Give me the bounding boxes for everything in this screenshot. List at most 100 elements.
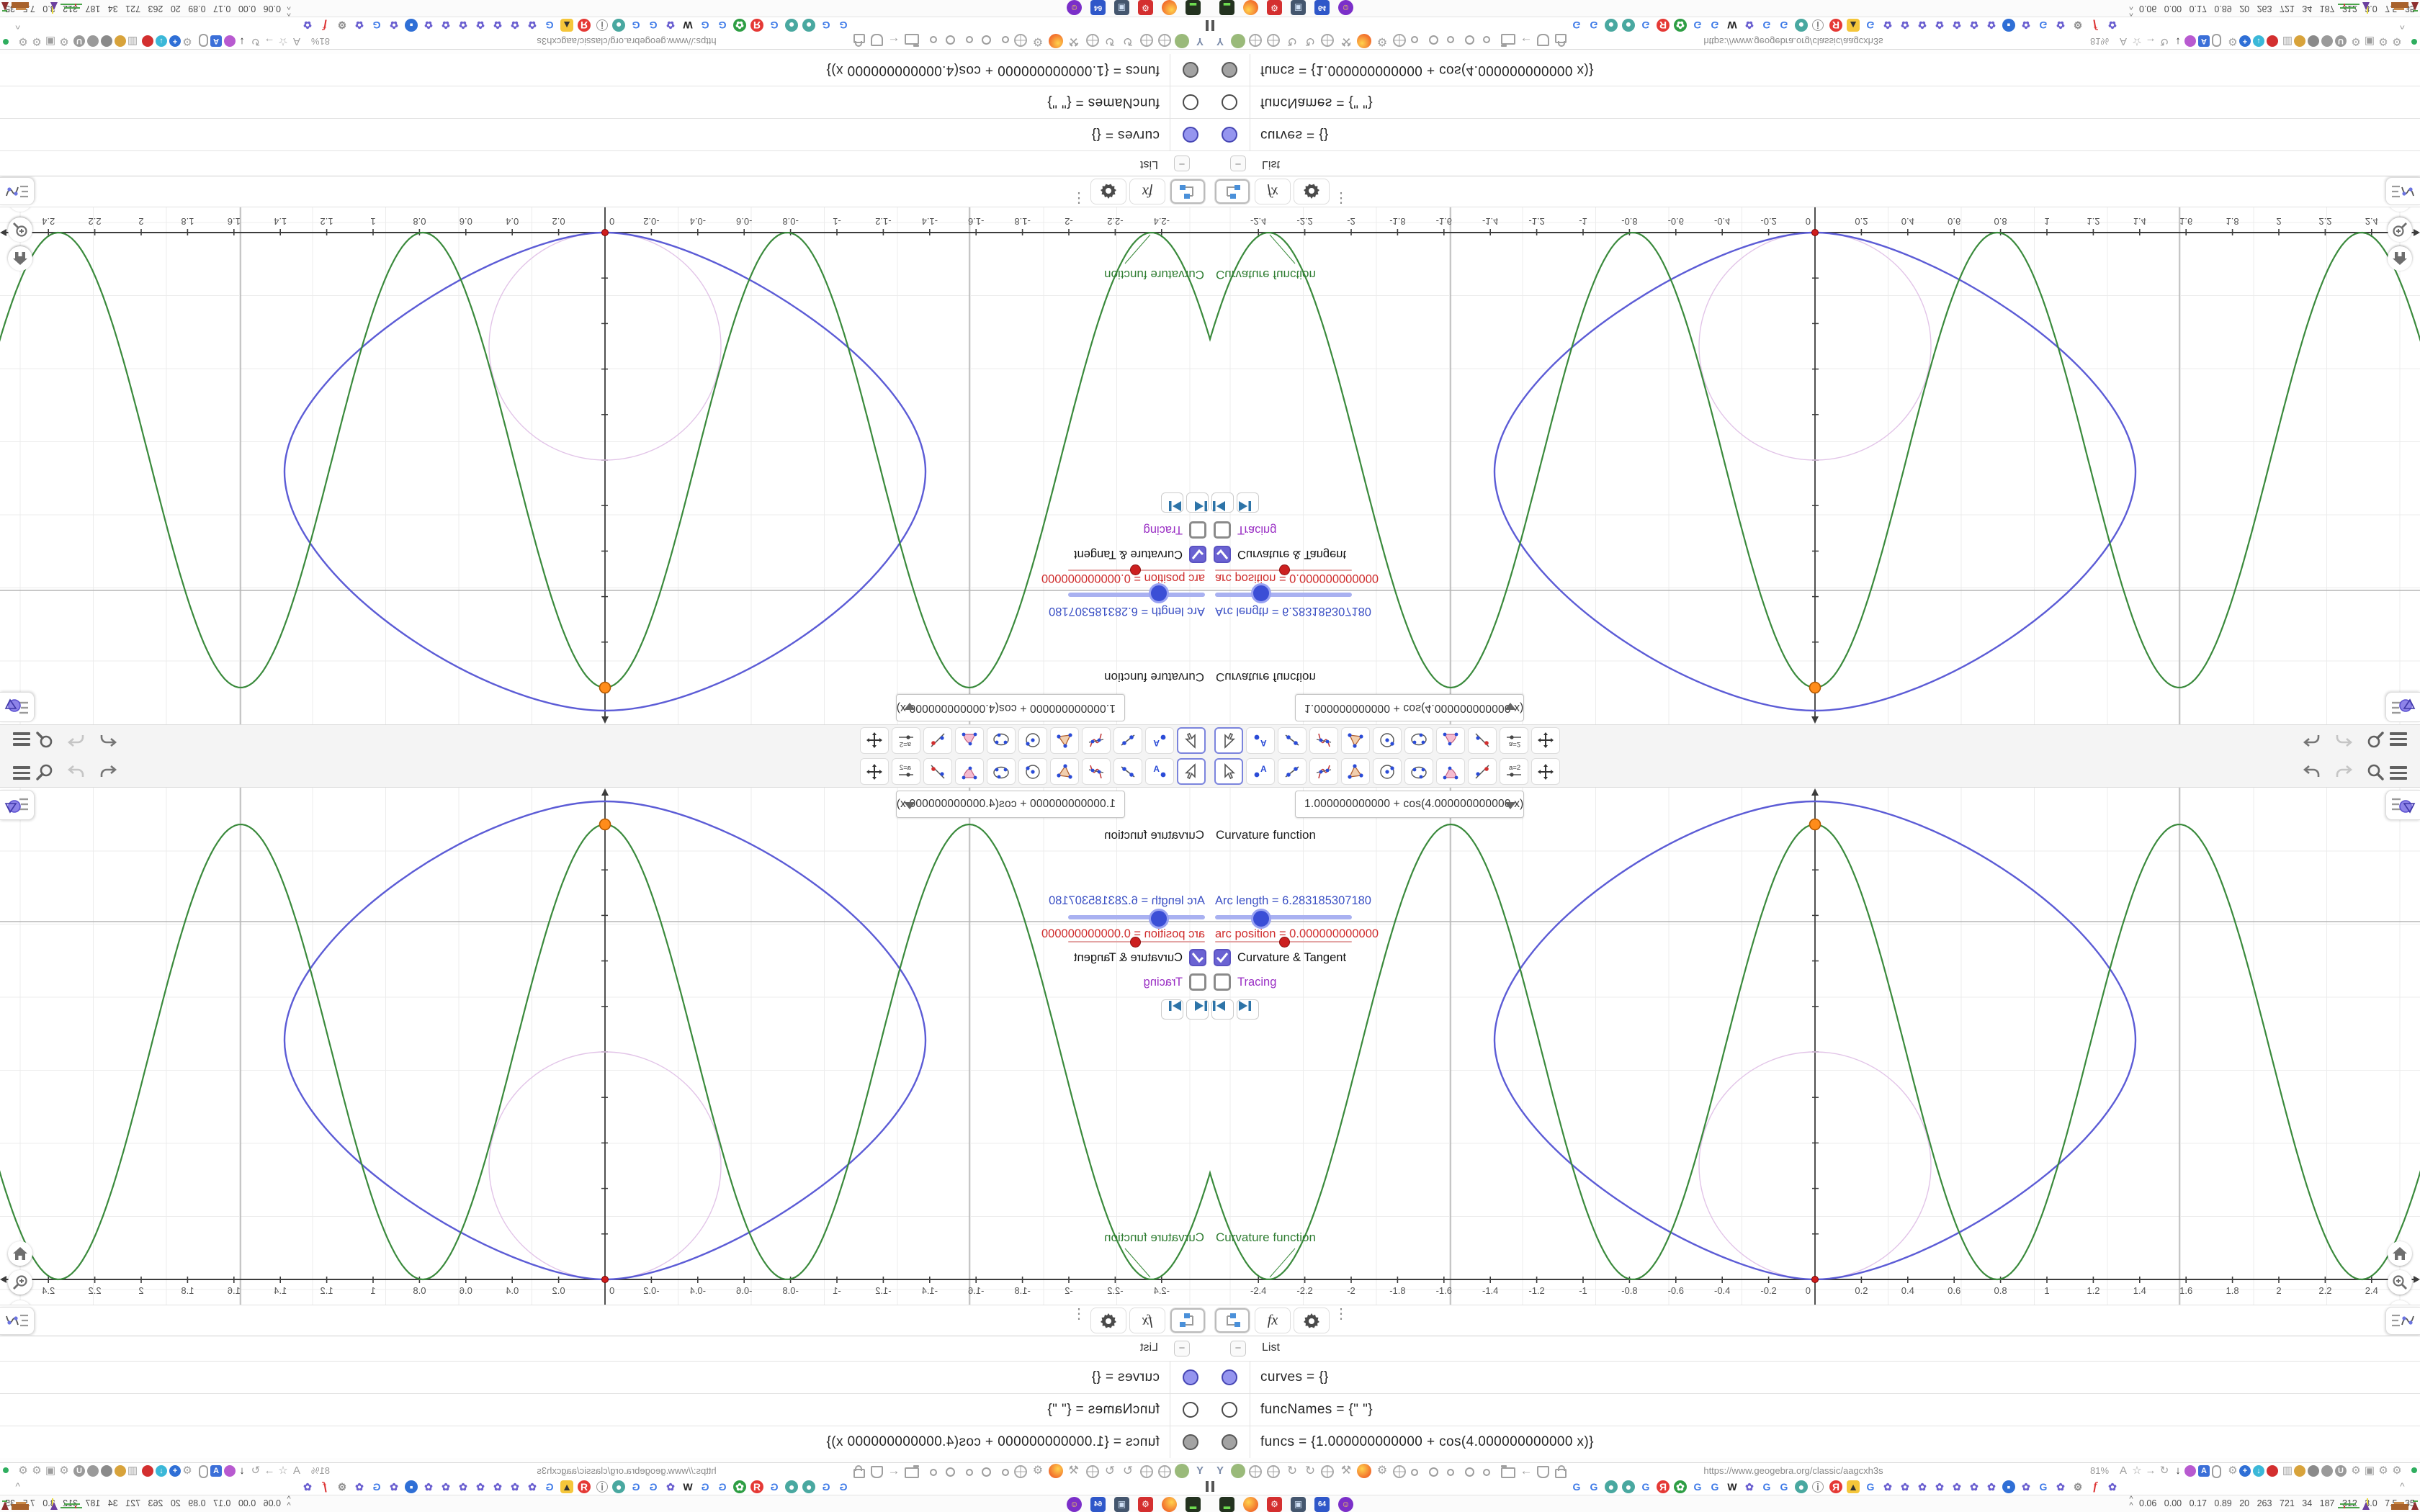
globe-icon[interactable] [1158, 34, 1171, 47]
expression-text[interactable]: funcNames = {" "} [1260, 1402, 1373, 1418]
tool-ellipse[interactable] [987, 727, 1016, 754]
orange-curve-point[interactable] [1809, 818, 1821, 831]
favicon-google[interactable]: G [1639, 1480, 1652, 1493]
tool-select[interactable] [1177, 727, 1206, 754]
ball-icon[interactable] [1231, 34, 1245, 48]
favicon-geogebra[interactable]: ✿ [491, 19, 504, 32]
favicon-yandex[interactable]: Я [1829, 19, 1842, 32]
arrow-right-icon[interactable]: → [2143, 1464, 2158, 1478]
curvature-tangent-checkbox[interactable] [1214, 949, 1231, 966]
menu-icon[interactable] [13, 732, 30, 749]
undo-button[interactable] [94, 729, 122, 752]
taskbar-app-settings-red[interactable]: ⚙ [1267, 0, 1282, 15]
favicon-gear[interactable]: ⚙ [336, 19, 349, 32]
arrow-left-icon[interactable]: ← [1519, 1464, 1533, 1478]
home-icon[interactable] [8, 246, 32, 271]
visibility-toggle[interactable] [1183, 1434, 1198, 1450]
reload-icon[interactable]: ↻ [1285, 34, 1299, 48]
function-dropdown[interactable]: 1.000000000000 + cos(4.000000000000 x) [896, 791, 1125, 818]
visibility-toggle[interactable] [1183, 1369, 1198, 1385]
taskbar-app-firefox[interactable] [1162, 1497, 1177, 1512]
favicon-google[interactable]: G [647, 1480, 660, 1493]
taskbar-app-screenshot[interactable]: ▣ [1291, 0, 1306, 15]
translate-icon[interactable]: A [290, 1464, 304, 1478]
tool-angle[interactable] [955, 727, 984, 754]
favicon-geogebra[interactable]: ✿ [2020, 19, 2033, 32]
translate-blue-icon[interactable]: A [210, 1465, 222, 1477]
gear-icon[interactable] [1294, 179, 1330, 204]
kebab-menu-icon[interactable]: ⋮ [1334, 190, 1348, 206]
menu-icon[interactable] [13, 763, 30, 780]
tool-slider[interactable]: a=2 [1500, 758, 1528, 785]
function-list-toggle[interactable] [2385, 177, 2420, 205]
globe-icon[interactable] [1267, 1465, 1280, 1478]
favicon-geogebra[interactable]: ✿ [457, 1480, 470, 1493]
tool-move-canvas[interactable] [1531, 758, 1560, 785]
tool-line-red-point[interactable] [1468, 727, 1497, 754]
tool-intersect-curve[interactable] [1309, 758, 1338, 785]
globe-gray-icon[interactable]: ⚙ [2349, 34, 2363, 48]
skip-end-icon[interactable] [1237, 999, 1259, 1020]
taskbar-app-terminal[interactable]: ▂ [1219, 0, 1234, 15]
tool-line-red-point[interactable] [1468, 758, 1497, 785]
taskbar-app-firefox[interactable] [1243, 0, 1258, 15]
gear-icon[interactable]: ⚙ [1031, 34, 1045, 48]
share-colored-icon[interactable] [2294, 35, 2305, 47]
arc-position-point[interactable] [601, 229, 609, 236]
tool-point-label[interactable]: A [1246, 758, 1275, 785]
stop-red-icon[interactable] [2267, 1465, 2278, 1477]
favicon-geogebra[interactable]: ✿ [1933, 19, 1946, 32]
wrench-icon[interactable]: ⚒ [1067, 34, 1081, 48]
search-icon[interactable] [2361, 729, 2390, 752]
favicon-chat[interactable]: ▪ [405, 19, 418, 32]
favicon-geogebra[interactable]: ✿ [2054, 19, 2067, 32]
reload-icon[interactable]: ↻ [248, 34, 263, 48]
tool-select[interactable] [1177, 758, 1206, 785]
favicon-geogebra[interactable]: ✿ [422, 19, 435, 32]
tool-angle[interactable] [955, 758, 984, 785]
taskbar-app-settings-red[interactable]: ⚙ [1267, 1497, 1282, 1512]
favicon-geogebra[interactable]: ✿ [301, 1480, 314, 1493]
favicon-geogebra[interactable]: ✿ [2020, 1480, 2033, 1493]
favicon-yandex[interactable]: Я [750, 19, 763, 32]
favicon-yandex[interactable]: Я [750, 1480, 763, 1493]
translate-blue-icon[interactable]: A [2198, 1465, 2210, 1477]
favicon-chat[interactable]: ▪ [2002, 19, 2015, 32]
favicon-google[interactable]: G [1708, 1480, 1721, 1493]
tool-angle[interactable] [1436, 758, 1465, 785]
gear-icon[interactable]: ⚙ [2390, 1464, 2404, 1478]
tree-view-icon[interactable] [1214, 179, 1250, 204]
globe-icon[interactable] [1267, 34, 1280, 47]
arc-position-slider-knob[interactable] [1279, 937, 1290, 948]
favicon-geogebra[interactable]: ✿ [2054, 1480, 2067, 1493]
taskbar-app-settings-red[interactable]: ⚙ [1138, 0, 1153, 15]
overflow-chevron[interactable]: ^ [15, 1480, 20, 1492]
gear-icon[interactable]: ⚙ [1375, 34, 1389, 48]
taskbar-app-floppy64[interactable]: 64 [1314, 0, 1330, 15]
trash-icon[interactable]: ▥ [125, 34, 140, 48]
favicon-google[interactable]: G [1708, 19, 1721, 32]
share-colored-icon[interactable] [2294, 1465, 2305, 1477]
favicon-geogebra[interactable]: ✿ [508, 1480, 521, 1493]
reload-icon[interactable]: ↻ [1121, 1464, 1135, 1478]
favicon-photos[interactable]: ▲ [560, 1480, 573, 1493]
favicon-photos[interactable]: ▲ [1847, 1480, 1860, 1493]
function-editor-icon[interactable]: fx [1255, 179, 1291, 204]
arc-position-point[interactable] [601, 1276, 609, 1283]
pin-icon[interactable]: Y [1213, 34, 1227, 48]
redo-button[interactable] [2329, 760, 2358, 783]
favicon-google[interactable]: G [1760, 1480, 1773, 1493]
search-icon[interactable] [30, 729, 59, 752]
expression-text[interactable]: funcs = {1.000000000000 + cos(4.00000000… [1260, 1434, 1594, 1450]
download-icon[interactable]: ↓ [235, 1464, 249, 1478]
favicon-wikipedia[interactable]: W [1726, 19, 1739, 32]
menu-icon[interactable] [2390, 763, 2407, 780]
ball-icon[interactable] [1175, 1464, 1189, 1478]
shield-cyan-icon[interactable]: ↓ [156, 35, 167, 47]
stop-red-icon[interactable] [2267, 35, 2278, 47]
zoom-in-icon[interactable] [2388, 217, 2412, 242]
favicon-google[interactable]: G [1691, 19, 1704, 32]
lock-icon[interactable] [853, 1465, 865, 1478]
reload-icon[interactable]: ↻ [2157, 34, 2172, 48]
folder-icon[interactable] [1501, 1465, 1515, 1478]
